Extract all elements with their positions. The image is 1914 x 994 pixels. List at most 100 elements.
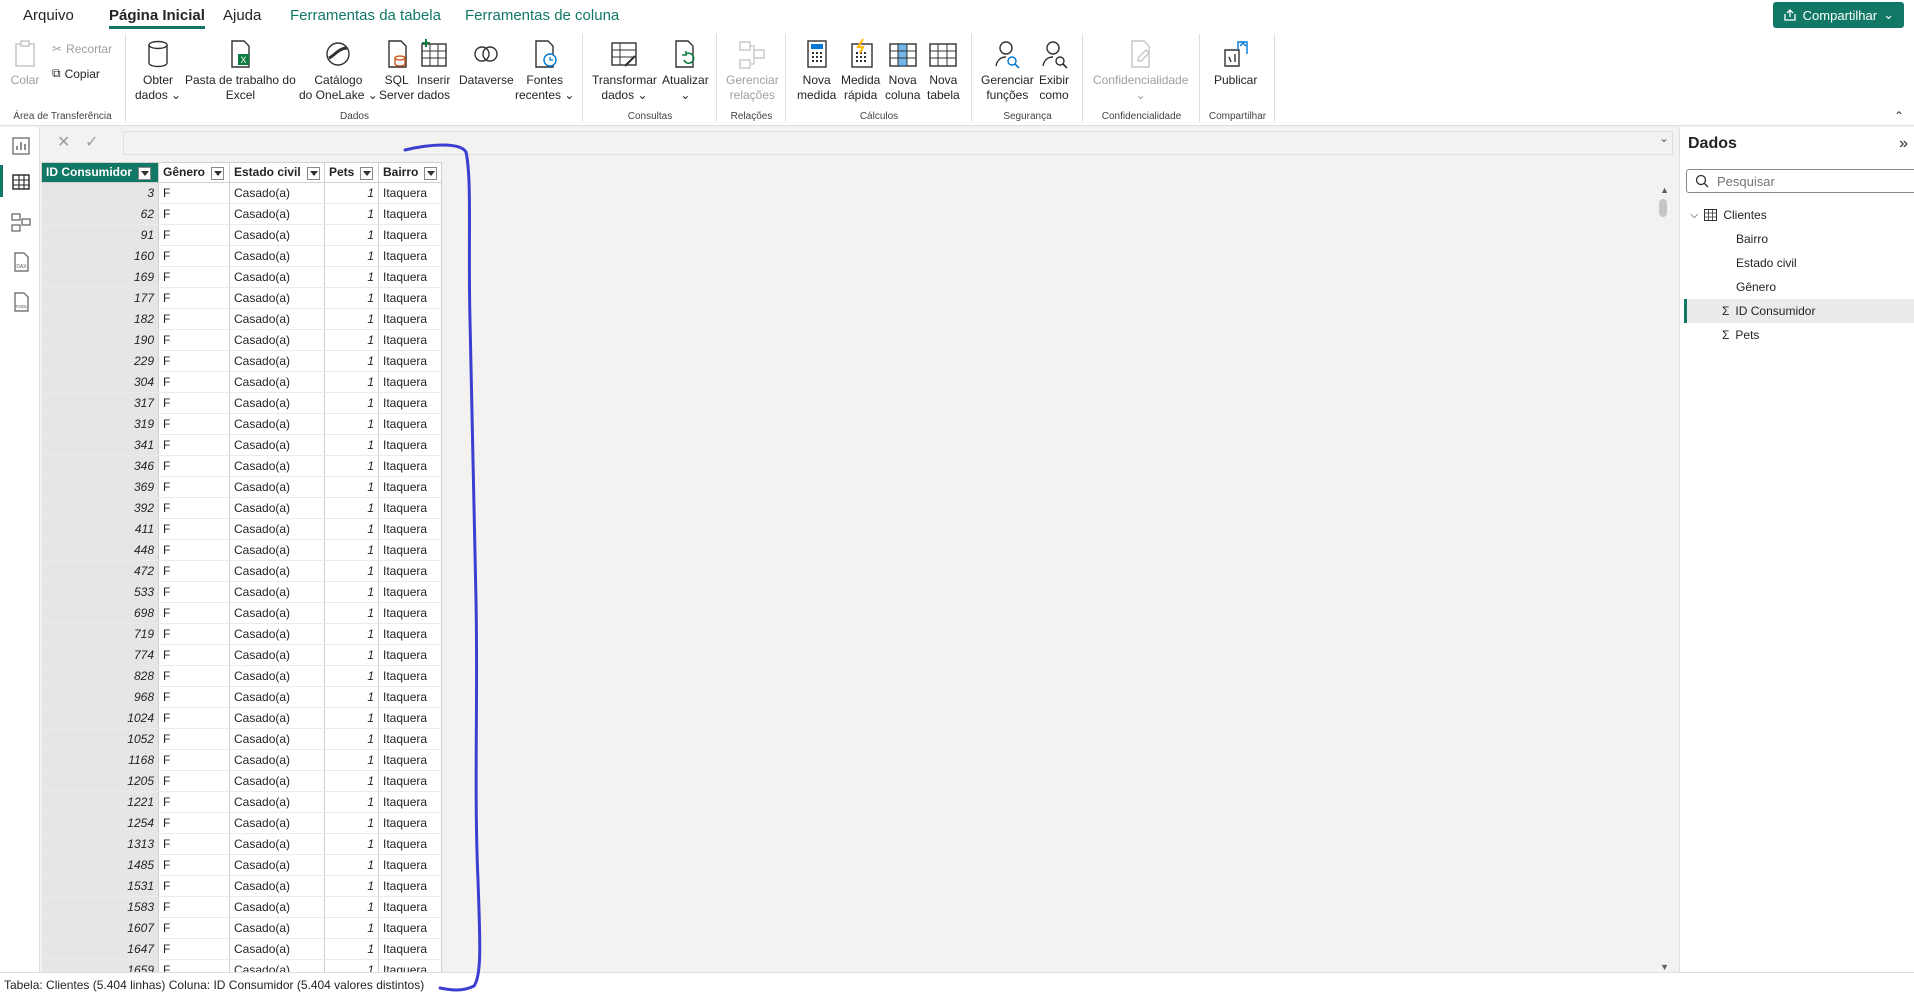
cell-bairro[interactable]: Itaquera [378,644,443,666]
cell-bairro[interactable]: Itaquera [378,749,443,771]
cut-button[interactable]: ✂ Recortar [52,42,112,56]
cell-id-consumidor[interactable]: 1221 [41,791,159,813]
cell-genero[interactable]: F [158,707,230,729]
vertical-scrollbar-thumb[interactable] [1659,199,1667,217]
cell-genero[interactable]: F [158,308,230,330]
cell-bairro[interactable]: Itaquera [378,392,443,414]
cell-estado-civil[interactable]: Casado(a) [229,182,325,204]
cell-id-consumidor[interactable]: 1659 [41,959,159,972]
cell-estado-civil[interactable]: Casado(a) [229,413,325,435]
cell-id-consumidor[interactable]: 448 [41,539,159,561]
cell-pets[interactable]: 1 [324,497,379,519]
cell-genero[interactable]: F [158,854,230,876]
cell-genero[interactable]: F [158,182,230,204]
cell-genero[interactable]: F [158,245,230,267]
cell-genero[interactable]: F [158,938,230,960]
cell-pets[interactable]: 1 [324,329,379,351]
tab-column-tools[interactable]: Ferramentas de coluna [465,5,619,26]
formula-input[interactable] [123,131,1673,155]
cell-genero[interactable]: F [158,728,230,750]
cell-genero[interactable]: F [158,959,230,972]
cell-genero[interactable]: F [158,749,230,771]
cell-estado-civil[interactable]: Casado(a) [229,455,325,477]
cell-estado-civil[interactable]: Casado(a) [229,203,325,225]
cell-genero[interactable]: F [158,203,230,225]
cell-pets[interactable]: 1 [324,392,379,414]
cell-bairro[interactable]: Itaquera [378,623,443,645]
new-measure-button[interactable]: Nova medida [797,38,836,103]
cell-id-consumidor[interactable]: 1205 [41,770,159,792]
tree-field-genero[interactable]: Gênero [1736,280,1776,294]
cell-bairro[interactable]: Itaquera [378,434,443,456]
cell-pets[interactable]: 1 [324,560,379,582]
cell-pets[interactable]: 1 [324,959,379,972]
cell-id-consumidor[interactable]: 190 [41,329,159,351]
cell-genero[interactable]: F [158,896,230,918]
cell-id-consumidor[interactable]: 1024 [41,707,159,729]
cell-genero[interactable]: F [158,665,230,687]
filter-dropdown-icon[interactable] [138,166,151,180]
manage-roles-button[interactable]: Gerenciar funções [981,38,1034,103]
cell-id-consumidor[interactable]: 62 [41,203,159,225]
cell-id-consumidor[interactable]: 177 [41,287,159,309]
cell-id-consumidor[interactable]: 3 [41,182,159,204]
tmdl-view-icon[interactable]: TMDL [10,291,32,313]
cell-pets[interactable]: 1 [324,371,379,393]
cell-bairro[interactable]: Itaquera [378,203,443,225]
cell-estado-civil[interactable]: Casado(a) [229,224,325,246]
column-header-estado-civil[interactable]: Estado civil [229,162,325,183]
filter-dropdown-icon[interactable] [306,166,320,180]
cell-id-consumidor[interactable]: 1647 [41,938,159,960]
cell-pets[interactable]: 1 [324,602,379,624]
cell-genero[interactable]: F [158,329,230,351]
cell-genero[interactable]: F [158,497,230,519]
cell-bairro[interactable]: Itaquera [378,896,443,918]
cell-pets[interactable]: 1 [324,623,379,645]
column-header-genero[interactable]: Gênero [158,162,230,183]
cell-estado-civil[interactable]: Casado(a) [229,476,325,498]
cell-genero[interactable]: F [158,539,230,561]
enter-data-button[interactable]: Inserir dados [417,38,450,103]
cell-id-consumidor[interactable]: 341 [41,434,159,456]
cell-pets[interactable]: 1 [324,728,379,750]
cell-bairro[interactable]: Itaquera [378,770,443,792]
column-header-id-consumidor[interactable]: ID Consumidor [41,162,159,183]
cell-genero[interactable]: F [158,833,230,855]
copy-button[interactable]: ⧉ Copiar [52,66,100,81]
cell-id-consumidor[interactable]: 968 [41,686,159,708]
cell-estado-civil[interactable]: Casado(a) [229,539,325,561]
paste-button[interactable]: Colar [10,38,40,88]
cell-estado-civil[interactable]: Casado(a) [229,959,325,972]
cell-pets[interactable]: 1 [324,749,379,771]
cell-bairro[interactable]: Itaquera [378,917,443,939]
cell-pets[interactable]: 1 [324,434,379,456]
commit-formula-icon[interactable]: ✓ [85,132,98,152]
transform-data-button[interactable]: Transformar dados ⌄ [592,38,657,103]
cell-estado-civil[interactable]: Casado(a) [229,329,325,351]
cell-bairro[interactable]: Itaquera [378,875,443,897]
collapse-pane-icon[interactable]: » [1899,135,1908,153]
cell-estado-civil[interactable]: Casado(a) [229,938,325,960]
search-box[interactable] [1686,169,1914,193]
cell-bairro[interactable]: Itaquera [378,266,443,288]
cell-id-consumidor[interactable]: 472 [41,560,159,582]
cell-id-consumidor[interactable]: 91 [41,224,159,246]
cell-pets[interactable]: 1 [324,413,379,435]
chevron-down-icon[interactable]: ⌵ [1690,209,1698,222]
cell-id-consumidor[interactable]: 1052 [41,728,159,750]
cell-estado-civil[interactable]: Casado(a) [229,749,325,771]
cell-estado-civil[interactable]: Casado(a) [229,308,325,330]
cell-id-consumidor[interactable]: 698 [41,602,159,624]
cell-id-consumidor[interactable]: 1485 [41,854,159,876]
get-data-button[interactable]: Obter dados ⌄ [135,38,181,103]
cell-id-consumidor[interactable]: 411 [41,518,159,540]
cell-id-consumidor[interactable]: 1531 [41,875,159,897]
cell-id-consumidor[interactable]: 828 [41,665,159,687]
cell-estado-civil[interactable]: Casado(a) [229,728,325,750]
cell-id-consumidor[interactable]: 169 [41,266,159,288]
cell-bairro[interactable]: Itaquera [378,728,443,750]
cell-genero[interactable]: F [158,560,230,582]
cell-genero[interactable]: F [158,686,230,708]
cell-estado-civil[interactable]: Casado(a) [229,665,325,687]
cell-genero[interactable]: F [158,917,230,939]
